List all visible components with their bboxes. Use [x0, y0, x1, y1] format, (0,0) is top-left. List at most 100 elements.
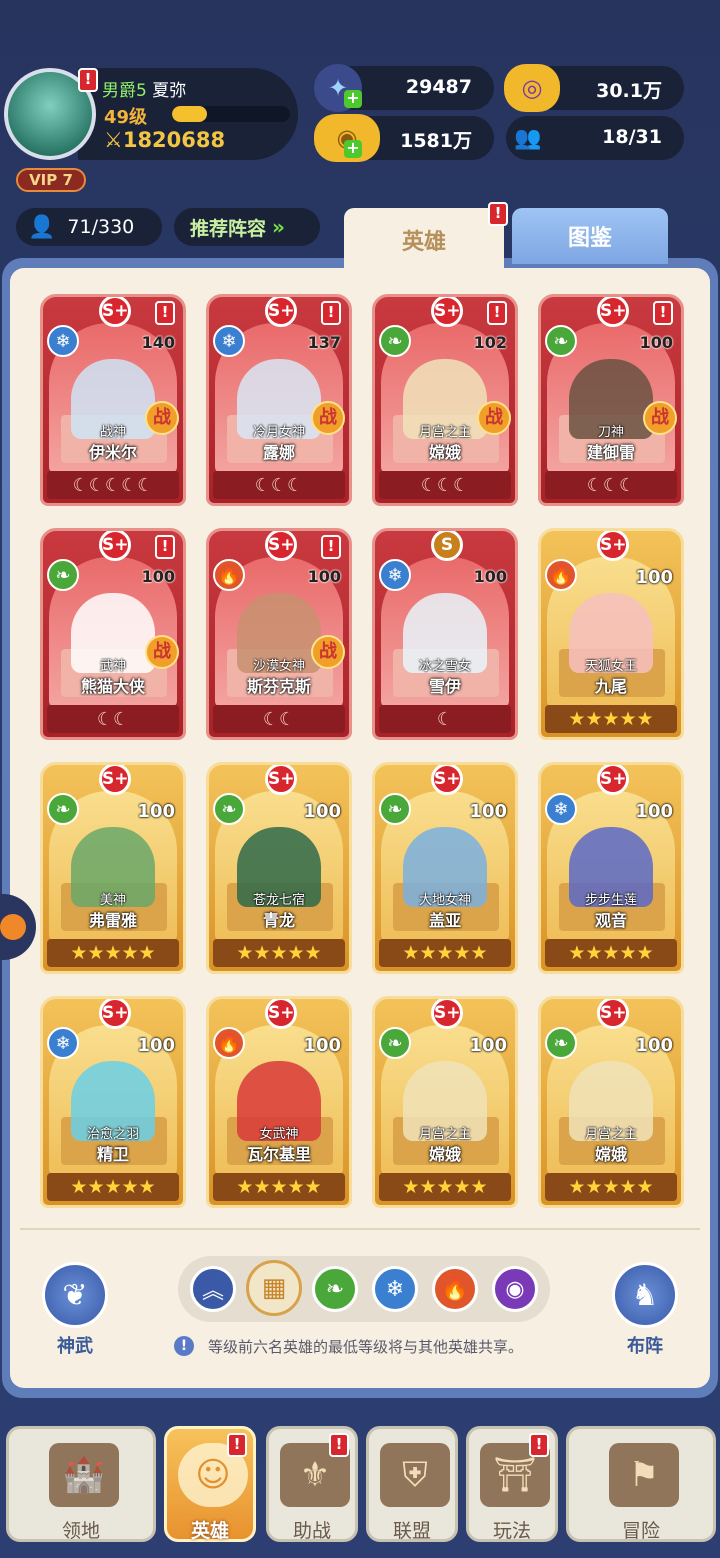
awaken-moons: ☾☾ — [213, 705, 345, 733]
gold-resource[interactable]: ◉ + 1581万 — [314, 114, 494, 162]
awaken-moons: ☾☾☾☾☾ — [47, 471, 179, 499]
grade-badge: S+ — [265, 765, 297, 795]
hero-title: 冰之雪女 — [418, 659, 471, 674]
filter-all-icon[interactable]: ▦ — [246, 1260, 302, 1316]
hero-title: 月宫之主 — [418, 1127, 471, 1142]
nav-label: 联盟 — [392, 1520, 431, 1542]
hero-title: 女武神 — [259, 1127, 299, 1142]
xp-fill — [172, 106, 208, 122]
nav-shield[interactable]: ⛨ 联盟 — [366, 1426, 458, 1542]
star-rating: ★★★★★ — [379, 1173, 511, 1201]
hero-card[interactable]: S+ ❄ 100 步步生莲 观音 ★★★★★ — [538, 762, 684, 974]
hero-name: 露娜 — [262, 443, 295, 462]
nav-gate[interactable]: ⛩ 玩法! — [466, 1426, 558, 1542]
hero-card[interactable]: S+ ❄ 137 冷月女神 露娜战 ☾☾☾! — [206, 294, 352, 506]
grade-badge: S+ — [265, 297, 297, 327]
player-nickname: 夏弥 — [152, 81, 187, 101]
hero-count-pill: 👤 71/330 — [16, 208, 162, 246]
awaken-moons: ☾ — [379, 705, 511, 733]
recommend-lineup-button[interactable]: 推荐阵容 » — [174, 208, 320, 246]
hero-card[interactable]: S+ ❄ 140 战神 伊米尔战 ☾☾☾☾☾! — [40, 294, 186, 506]
friends-resource[interactable]: 👥 18/31 — [506, 116, 684, 160]
xp-bar — [172, 106, 290, 122]
nature-element-icon: ❧ — [545, 1027, 577, 1059]
grade-badge: S+ — [99, 765, 131, 795]
hero-card[interactable]: S+ 🔥 100 沙漠女神 斯芬克斯战 ☾☾! — [206, 528, 352, 740]
nav-castle[interactable]: 🏰 领地 — [6, 1426, 156, 1542]
add-gold-icon[interactable]: + — [344, 140, 362, 158]
hero-name: 瓦尔基里 — [246, 1145, 311, 1164]
add-diamond-icon[interactable]: + — [344, 90, 362, 108]
hero-name: 九尾 — [594, 677, 627, 696]
hero-name: 嫦娥 — [428, 443, 461, 462]
hero-card[interactable]: S+ ❧ 100 月宫之主 嫦娥 ★★★★★ — [372, 996, 518, 1208]
power-value: 1820688 — [122, 128, 226, 152]
diamond-resource[interactable]: ✦ + 29487 — [314, 64, 494, 112]
grade-badge: S+ — [431, 765, 463, 795]
gem-resource[interactable]: ◎ 30.1万 — [504, 64, 684, 112]
formation-button[interactable]: ♞ — [612, 1262, 678, 1328]
gold-value: 1581万 — [400, 130, 472, 152]
ice-element-icon: ❄ — [379, 559, 411, 591]
tab-heroes[interactable]: 英雄 — [344, 208, 504, 272]
ice-element-icon: ❄ — [47, 1027, 79, 1059]
star-rating: ★★★★★ — [47, 1173, 179, 1201]
nature-element-icon: ❧ — [379, 325, 411, 357]
nav-hero[interactable]: ☺ 英雄! — [164, 1426, 256, 1542]
hero-card[interactable]: S+ ❧ 100 苍龙七宿 青龙 ★★★★★ — [206, 762, 352, 974]
nav-alert-icon: ! — [529, 1433, 549, 1457]
grade-badge: S+ — [99, 999, 131, 1029]
hero-card[interactable]: S ❄ 100 冰之雪女 雪伊 ☾ — [372, 528, 518, 740]
hero-level: 140 — [141, 333, 175, 352]
filter-collapse-icon[interactable]: ︽ — [190, 1266, 236, 1312]
grade-badge: S+ — [597, 531, 629, 561]
grade-badge: S+ — [597, 297, 629, 327]
hero-level: 100 — [307, 567, 341, 586]
hero-name: 斯芬克斯 — [246, 677, 311, 696]
filter-ice-icon[interactable]: ❄ — [372, 1266, 418, 1312]
hero-card[interactable]: S+ ❧ 100 月宫之主 嫦娥 ★★★★★ — [538, 996, 684, 1208]
hero-card[interactable]: S+ 🔥 100 女武神 瓦尔基里 ★★★★★ — [206, 996, 352, 1208]
hero-card[interactable]: S+ ❧ 102 月宫之主 嫦娥战 ☾☾☾! — [372, 294, 518, 506]
player-level: 49级 — [104, 107, 148, 128]
hero-name: 弗雷雅 — [88, 911, 137, 930]
nature-element-icon: ❧ — [545, 325, 577, 357]
nature-element-icon: ❧ — [47, 793, 79, 825]
filter-nature-icon[interactable]: ❧ — [312, 1266, 358, 1312]
star-rating: ★★★★★ — [545, 705, 677, 733]
friends-value: 18/31 — [602, 126, 662, 148]
in-battle-badge: 战 — [311, 635, 345, 669]
hero-card[interactable]: S+ ❄ 100 治愈之羽 精卫 ★★★★★ — [40, 996, 186, 1208]
hero-level: 100 — [635, 1035, 673, 1056]
hero-name: 建御雷 — [586, 443, 635, 462]
hero-card[interactable]: S+ 🔥 100 天狐女王 九尾 ★★★★★ — [538, 528, 684, 740]
hero-card[interactable]: S+ ❧ 100 大地女神 盖亚 ★★★★★ — [372, 762, 518, 974]
hero-level: 100 — [469, 1035, 507, 1056]
nav-banner[interactable]: ⚜ 助战! — [266, 1426, 358, 1542]
formation-label: 布阵 — [627, 1336, 663, 1357]
grade-badge: S+ — [99, 297, 131, 327]
hero-level: 100 — [303, 801, 341, 822]
double-chevron-right-icon: » — [272, 215, 285, 239]
in-battle-badge: 战 — [643, 401, 677, 435]
filter-fire-icon[interactable]: 🔥 — [432, 1266, 478, 1312]
awaken-moons: ☾☾ — [47, 705, 179, 733]
hero-card[interactable]: S+ ❧ 100 美神 弗雷雅 ★★★★★ — [40, 762, 186, 974]
hero-level: 100 — [473, 567, 507, 586]
divine-weapon-button[interactable]: ❦ — [42, 1262, 108, 1328]
vip-badge[interactable]: VIP 7 — [16, 168, 86, 192]
hero-card[interactable]: S+ ❧ 100 武神 熊猫大侠战 ☾☾! — [40, 528, 186, 740]
nav-alert-icon: ! — [329, 1433, 349, 1457]
hero-card[interactable]: S+ ❧ 100 刀神 建御雷战 ☾☾☾! — [538, 294, 684, 506]
nav-map[interactable]: ⚑ 冒险 — [566, 1426, 716, 1542]
ice-element-icon: ❄ — [545, 793, 577, 825]
gem-value: 30.1万 — [596, 80, 662, 102]
nature-element-icon: ❧ — [379, 793, 411, 825]
filter-arcane-icon[interactable]: ◉ — [492, 1266, 538, 1312]
nature-element-icon: ❧ — [379, 1027, 411, 1059]
hero-title: 大地女神 — [418, 893, 471, 908]
tab-codex[interactable]: 图鉴 — [512, 208, 668, 264]
info-icon: ! — [174, 1336, 194, 1356]
swords-icon: ⚔ — [104, 128, 123, 152]
hero-count: 71/330 — [67, 216, 135, 238]
